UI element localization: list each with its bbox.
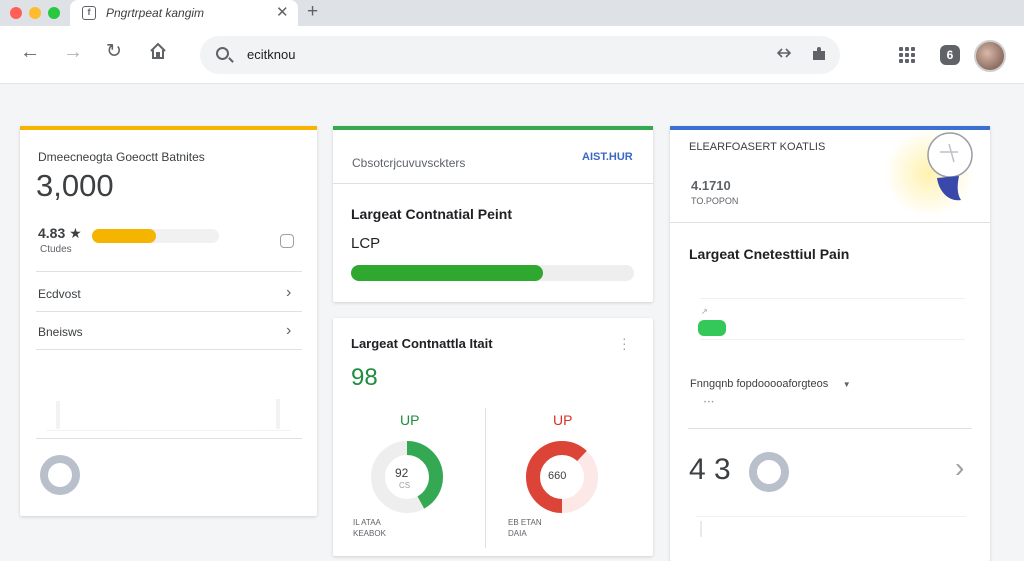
dots-indicator: • • • xyxy=(704,400,714,406)
loading-ring xyxy=(749,452,789,492)
metric-subtitle: LCP xyxy=(351,235,381,252)
overview-card: Dmeecneogta Goeoctt Batnites 3,000 4.83 … xyxy=(20,126,317,516)
browser-tab[interactable]: f Pngrtrpeat kangim ✕ xyxy=(70,0,298,26)
vertical-divider xyxy=(485,408,486,548)
faint-line xyxy=(700,339,965,340)
lcp-progress-track xyxy=(351,265,634,281)
header-value: 4.1710 xyxy=(691,178,731,193)
performance-card: ELEARFOASERT KOATLIS 4.1710 TO.POPON Lar… xyxy=(670,126,990,561)
divider xyxy=(36,438,302,439)
card-header-link[interactable]: AIST.HUR xyxy=(582,151,633,163)
home-icon[interactable] xyxy=(148,41,168,66)
metric-progress-fill xyxy=(698,320,727,336)
extension-icon[interactable]: 6 xyxy=(940,45,960,65)
info-icon[interactable] xyxy=(280,234,294,248)
kebab-menu-icon[interactable]: · · · xyxy=(622,331,627,355)
tab-close-icon[interactable]: ✕ xyxy=(276,3,289,21)
lcp-card: Cbsotcrjcuvuvsckters AIST.HUR Largeat Co… xyxy=(333,126,653,302)
faint-line xyxy=(700,298,965,299)
row-label-1[interactable]: Ecdvost xyxy=(38,287,81,301)
divider xyxy=(333,183,653,184)
card-title: Dmeecneogta Goeoctt Batnites xyxy=(38,150,205,164)
big-value: 3,000 xyxy=(36,168,114,203)
card-value: 98 xyxy=(351,364,378,391)
profile-avatar[interactable] xyxy=(974,40,1006,72)
new-tab-button[interactable]: + xyxy=(307,1,318,23)
left-caption-1: IL ATAA xyxy=(353,518,381,527)
faint-marker xyxy=(700,521,702,537)
minimize-window-button[interactable] xyxy=(29,7,41,19)
loading-ring xyxy=(40,455,80,495)
divider xyxy=(36,311,302,312)
divider xyxy=(36,271,302,272)
divider xyxy=(36,349,302,350)
reload-icon[interactable]: ↻ xyxy=(106,41,122,63)
metric-title: Largeat Contnatial Peint xyxy=(351,206,513,222)
card-header: ELEARFOASERT KOATLIS xyxy=(689,141,826,153)
tab-title: Pngrtrpeat kangim xyxy=(106,6,205,20)
right-caption-1: EB ETAN xyxy=(508,518,542,527)
metric-value: 4.83 ★ xyxy=(38,225,82,241)
forward-arrow-icon[interactable]: → xyxy=(63,41,83,63)
tab-favicon-icon: f xyxy=(82,6,96,20)
left-donut-value: 92 xyxy=(395,466,409,480)
apps-grid-icon[interactable] xyxy=(899,47,915,63)
globe-illustration-icon xyxy=(927,132,973,201)
filter-label: Fnngqnb fopdooooaforgteos xyxy=(690,378,829,390)
metric-subtitle: Ctudes xyxy=(40,244,72,255)
card-title: Largeat Contnattla Itait xyxy=(351,336,493,351)
card-accent-green xyxy=(333,126,653,130)
left-label: UP xyxy=(400,412,420,428)
faded-chart xyxy=(46,391,291,431)
chevron-right-icon[interactable]: › xyxy=(955,452,964,484)
chevron-down-icon: ▼ xyxy=(842,380,851,389)
extension-puzzle-icon[interactable] xyxy=(810,45,828,67)
right-label: UP xyxy=(553,412,573,428)
metric-progress-track xyxy=(92,229,219,243)
right-caption-2: DAIA xyxy=(508,529,527,538)
metric-progress-fill xyxy=(92,229,156,243)
browser-toolbar: ← → ↻ ecitknou xyxy=(0,26,1024,84)
divider xyxy=(688,428,972,429)
filter-dropdown[interactable]: Fnngqnb fopdooooaforgteos ▼ xyxy=(690,374,851,392)
maximize-window-button[interactable] xyxy=(48,7,60,19)
card-accent-yellow xyxy=(20,126,317,130)
row-label-2[interactable]: Bneisws xyxy=(38,325,83,339)
metric-title: Largeat Cnetesttiul Pain xyxy=(689,246,850,262)
back-arrow-icon[interactable]: ← xyxy=(20,41,40,63)
search-icon xyxy=(216,47,229,60)
tab-strip: f Pngrtrpeat kangim ✕ + xyxy=(0,0,1024,26)
address-bar[interactable]: ecitknou xyxy=(200,36,840,74)
big-number: 4 3 xyxy=(689,453,731,486)
address-text[interactable]: ecitknou xyxy=(247,47,295,62)
comparison-card: Largeat Contnattla Itait · · · 98 UP 92 CS… xyxy=(333,318,653,556)
metric-progress-track xyxy=(698,320,934,336)
left-donut-sub: CS xyxy=(399,481,411,490)
share-icon[interactable] xyxy=(776,45,792,65)
card-header: Cbsotcrjcuvuvsckters xyxy=(352,156,466,170)
divider xyxy=(670,222,990,223)
faint-line xyxy=(696,516,966,517)
right-donut-value: 660 xyxy=(548,470,567,482)
header-sub: TO.POPON xyxy=(691,196,739,206)
close-window-button[interactable] xyxy=(10,7,22,19)
left-caption-2: KEABOK xyxy=(353,529,386,538)
arrow-marker-icon: ↗ xyxy=(701,307,708,316)
chevron-right-icon[interactable]: › xyxy=(286,322,291,340)
chevron-right-icon[interactable]: › xyxy=(286,284,291,302)
lcp-progress-fill xyxy=(351,265,544,281)
